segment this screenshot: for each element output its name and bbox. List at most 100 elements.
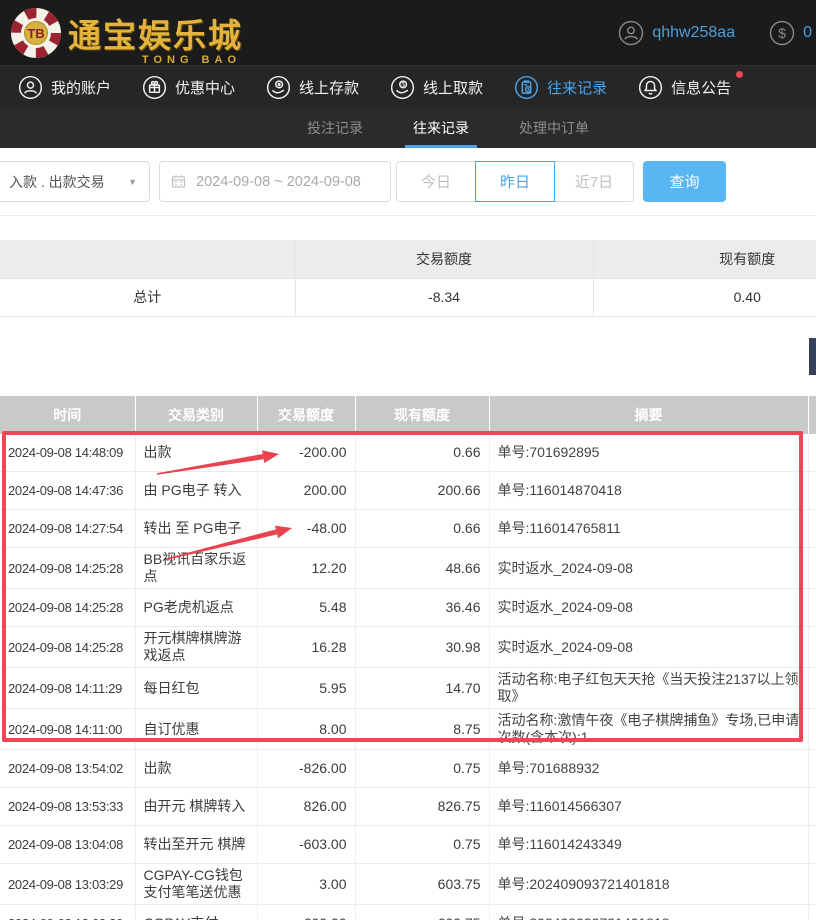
nav-item-promotions[interactable]: 优惠中心 [142, 75, 235, 100]
summary-trade-amount: -8.34 [295, 278, 593, 316]
table-row[interactable]: 2024-09-08 13:03:29 CGPAY支付 600.00 600.7… [0, 905, 816, 920]
cell-type: 转出 至 PG电子 [135, 510, 257, 548]
site-logo[interactable]: TB 通宝娱乐城 TONG BAO [10, 7, 243, 59]
svg-text:$: $ [401, 81, 405, 88]
main-nav: 我的账户 优惠中心 线上存款 $ 线上取款 [0, 65, 816, 108]
site-subtitle: TONG BAO [142, 54, 241, 66]
cell-time: 2024-09-08 13:03:29 [0, 905, 135, 920]
summary-total-row: 总计 -8.34 0.40 [0, 278, 816, 316]
cell-summary: 单号:116014243349 [489, 826, 808, 864]
summary-header-row: 交易额度 现有额度 [0, 240, 816, 278]
svg-text:TB: TB [27, 26, 44, 41]
cell-balance: 48.66 [355, 548, 489, 589]
nav-item-withdraw[interactable]: $ 线上取款 [390, 75, 483, 100]
yesterday-button[interactable]: 昨日 [475, 161, 555, 202]
table-row[interactable]: 2024-09-08 13:53:33 由开元 棋牌转入 826.00 826.… [0, 788, 816, 826]
cell-sliver [808, 709, 816, 750]
quick-date-group: 今日 昨日 近7日 [396, 161, 634, 202]
nav-item-transaction-records[interactable]: 往来记录 [514, 75, 607, 100]
cell-sliver [808, 627, 816, 668]
cell-sliver [808, 589, 816, 627]
table-row[interactable]: 2024-09-08 13:54:02 出款 -826.00 0.75 单号:7… [0, 750, 816, 788]
cell-time: 2024-09-08 13:04:08 [0, 826, 135, 864]
table-row[interactable]: 2024-09-08 13:04:08 转出至开元 棋牌 -603.00 0.7… [0, 826, 816, 864]
cell-summary: 单号:202409093721401818 [489, 864, 808, 905]
bell-icon [638, 75, 663, 100]
table-row[interactable]: 2024-09-08 14:27:54 转出 至 PG电子 -48.00 0.6… [0, 510, 816, 548]
cell-summary: 活动名称:电子红包天天抢《当天投注2137以上领取》 [489, 668, 808, 709]
site-title: 通宝娱乐城 [68, 9, 243, 57]
nav-label: 线上存款 [299, 77, 359, 98]
cell-amount: 12.20 [257, 548, 355, 589]
table-row[interactable]: 2024-09-08 14:11:00 自订优惠 8.00 8.75 活动名称:… [0, 709, 816, 750]
cell-time: 2024-09-08 14:25:28 [0, 548, 135, 589]
cell-amount: 600.00 [257, 905, 355, 920]
wallet-balance[interactable]: $ 0 [769, 20, 812, 46]
tab-betting-records[interactable]: 投注记录 [305, 108, 365, 148]
cell-summary: 单号:701688932 [489, 750, 808, 788]
table-row[interactable]: 2024-09-08 14:47:36 由 PG电子 转入 200.00 200… [0, 472, 816, 510]
tab-pending-orders[interactable]: 处理中订单 [517, 108, 591, 148]
cell-summary: 活动名称:激情午夜《电子棋牌捕鱼》专场,已申请次数(含本次):1 [489, 709, 808, 750]
cell-amount: 5.48 [257, 589, 355, 627]
record-tabs: 投注记录 往来记录 处理中订单 [0, 108, 816, 148]
nav-item-deposit[interactable]: 线上存款 [266, 75, 359, 100]
cell-balance: 0.75 [355, 750, 489, 788]
col-time: 时间 [0, 396, 135, 434]
col-summary: 摘要 [489, 396, 808, 434]
today-button[interactable]: 今日 [396, 161, 476, 202]
username[interactable]: qhhw258aa [652, 24, 735, 42]
top-header: TB 通宝娱乐城 TONG BAO qhhw258aa $ 0 [0, 0, 816, 65]
query-button[interactable]: 查询 [643, 161, 726, 202]
tab-label: 投注记录 [307, 120, 363, 136]
transaction-type-select[interactable]: 入款 . 出款交易 ▼ [0, 161, 150, 202]
cell-type: BB视讯百家乐返点 [135, 548, 257, 589]
floating-side-tab[interactable] [809, 338, 816, 375]
cell-sliver [808, 510, 816, 548]
cell-type: PG老虎机返点 [135, 589, 257, 627]
cell-time: 2024-09-08 14:25:28 [0, 589, 135, 627]
cell-amount: -48.00 [257, 510, 355, 548]
cell-type: 出款 [135, 750, 257, 788]
cell-time: 2024-09-08 14:47:36 [0, 472, 135, 510]
cell-balance: 600.75 [355, 905, 489, 920]
user-account[interactable]: qhhw258aa [618, 20, 735, 46]
page: TB 通宝娱乐城 TONG BAO qhhw258aa $ 0 [0, 0, 816, 920]
dollar-coin-icon: $ [769, 20, 795, 46]
notification-red-dot [736, 71, 743, 78]
transactions-body: 2024-09-08 14:48:09 出款 -200.00 0.66 单号:7… [0, 434, 816, 920]
summary-col-trade-amount: 交易额度 [295, 240, 593, 278]
cell-sliver [808, 826, 816, 864]
cell-balance: 30.98 [355, 627, 489, 668]
cell-type: 出款 [135, 434, 257, 472]
cell-sliver [808, 472, 816, 510]
summary-current-amount: 0.40 [593, 278, 816, 316]
date-range-input[interactable]: 2024-09-08 ~ 2024-09-08 [159, 161, 391, 202]
cell-time: 2024-09-08 14:11:29 [0, 668, 135, 709]
cell-sliver [808, 905, 816, 920]
transactions-section: 时间 交易类别 交易额度 现有额度 摘要 2024-09-08 14:48:09… [0, 396, 816, 920]
table-row[interactable]: 2024-09-08 13:03:29 CGPAY-CG钱包支付笔笔送优惠 3.… [0, 864, 816, 905]
cell-summary: 单号:202409093721401818 [489, 905, 808, 920]
cell-time: 2024-09-08 13:53:33 [0, 788, 135, 826]
cell-time: 2024-09-08 14:25:28 [0, 627, 135, 668]
summary-total-label: 总计 [0, 278, 295, 316]
col-balance: 现有额度 [355, 396, 489, 434]
deposit-coin-icon [266, 75, 291, 100]
cell-balance: 603.75 [355, 864, 489, 905]
table-row[interactable]: 2024-09-08 14:25:28 PG老虎机返点 5.48 36.46 实… [0, 589, 816, 627]
date-range-value: 2024-09-08 ~ 2024-09-08 [196, 174, 361, 190]
table-row[interactable]: 2024-09-08 14:48:09 出款 -200.00 0.66 单号:7… [0, 434, 816, 472]
nav-label: 我的账户 [51, 77, 111, 98]
cell-sliver [808, 668, 816, 709]
withdraw-coin-icon: $ [390, 75, 415, 100]
table-row[interactable]: 2024-09-08 14:25:28 BB视讯百家乐返点 12.20 48.6… [0, 548, 816, 589]
tab-transaction-records[interactable]: 往来记录 [411, 108, 471, 148]
cell-summary: 单号:116014566307 [489, 788, 808, 826]
table-row[interactable]: 2024-09-08 14:25:28 开元棋牌棋牌游戏返点 16.28 30.… [0, 627, 816, 668]
last7days-button[interactable]: 近7日 [554, 161, 634, 202]
nav-item-announcements[interactable]: 信息公告 [638, 75, 731, 100]
table-row[interactable]: 2024-09-08 14:11:29 每日红包 5.95 14.70 活动名称… [0, 668, 816, 709]
nav-item-my-account[interactable]: 我的账户 [18, 75, 111, 100]
cell-balance: 8.75 [355, 709, 489, 750]
